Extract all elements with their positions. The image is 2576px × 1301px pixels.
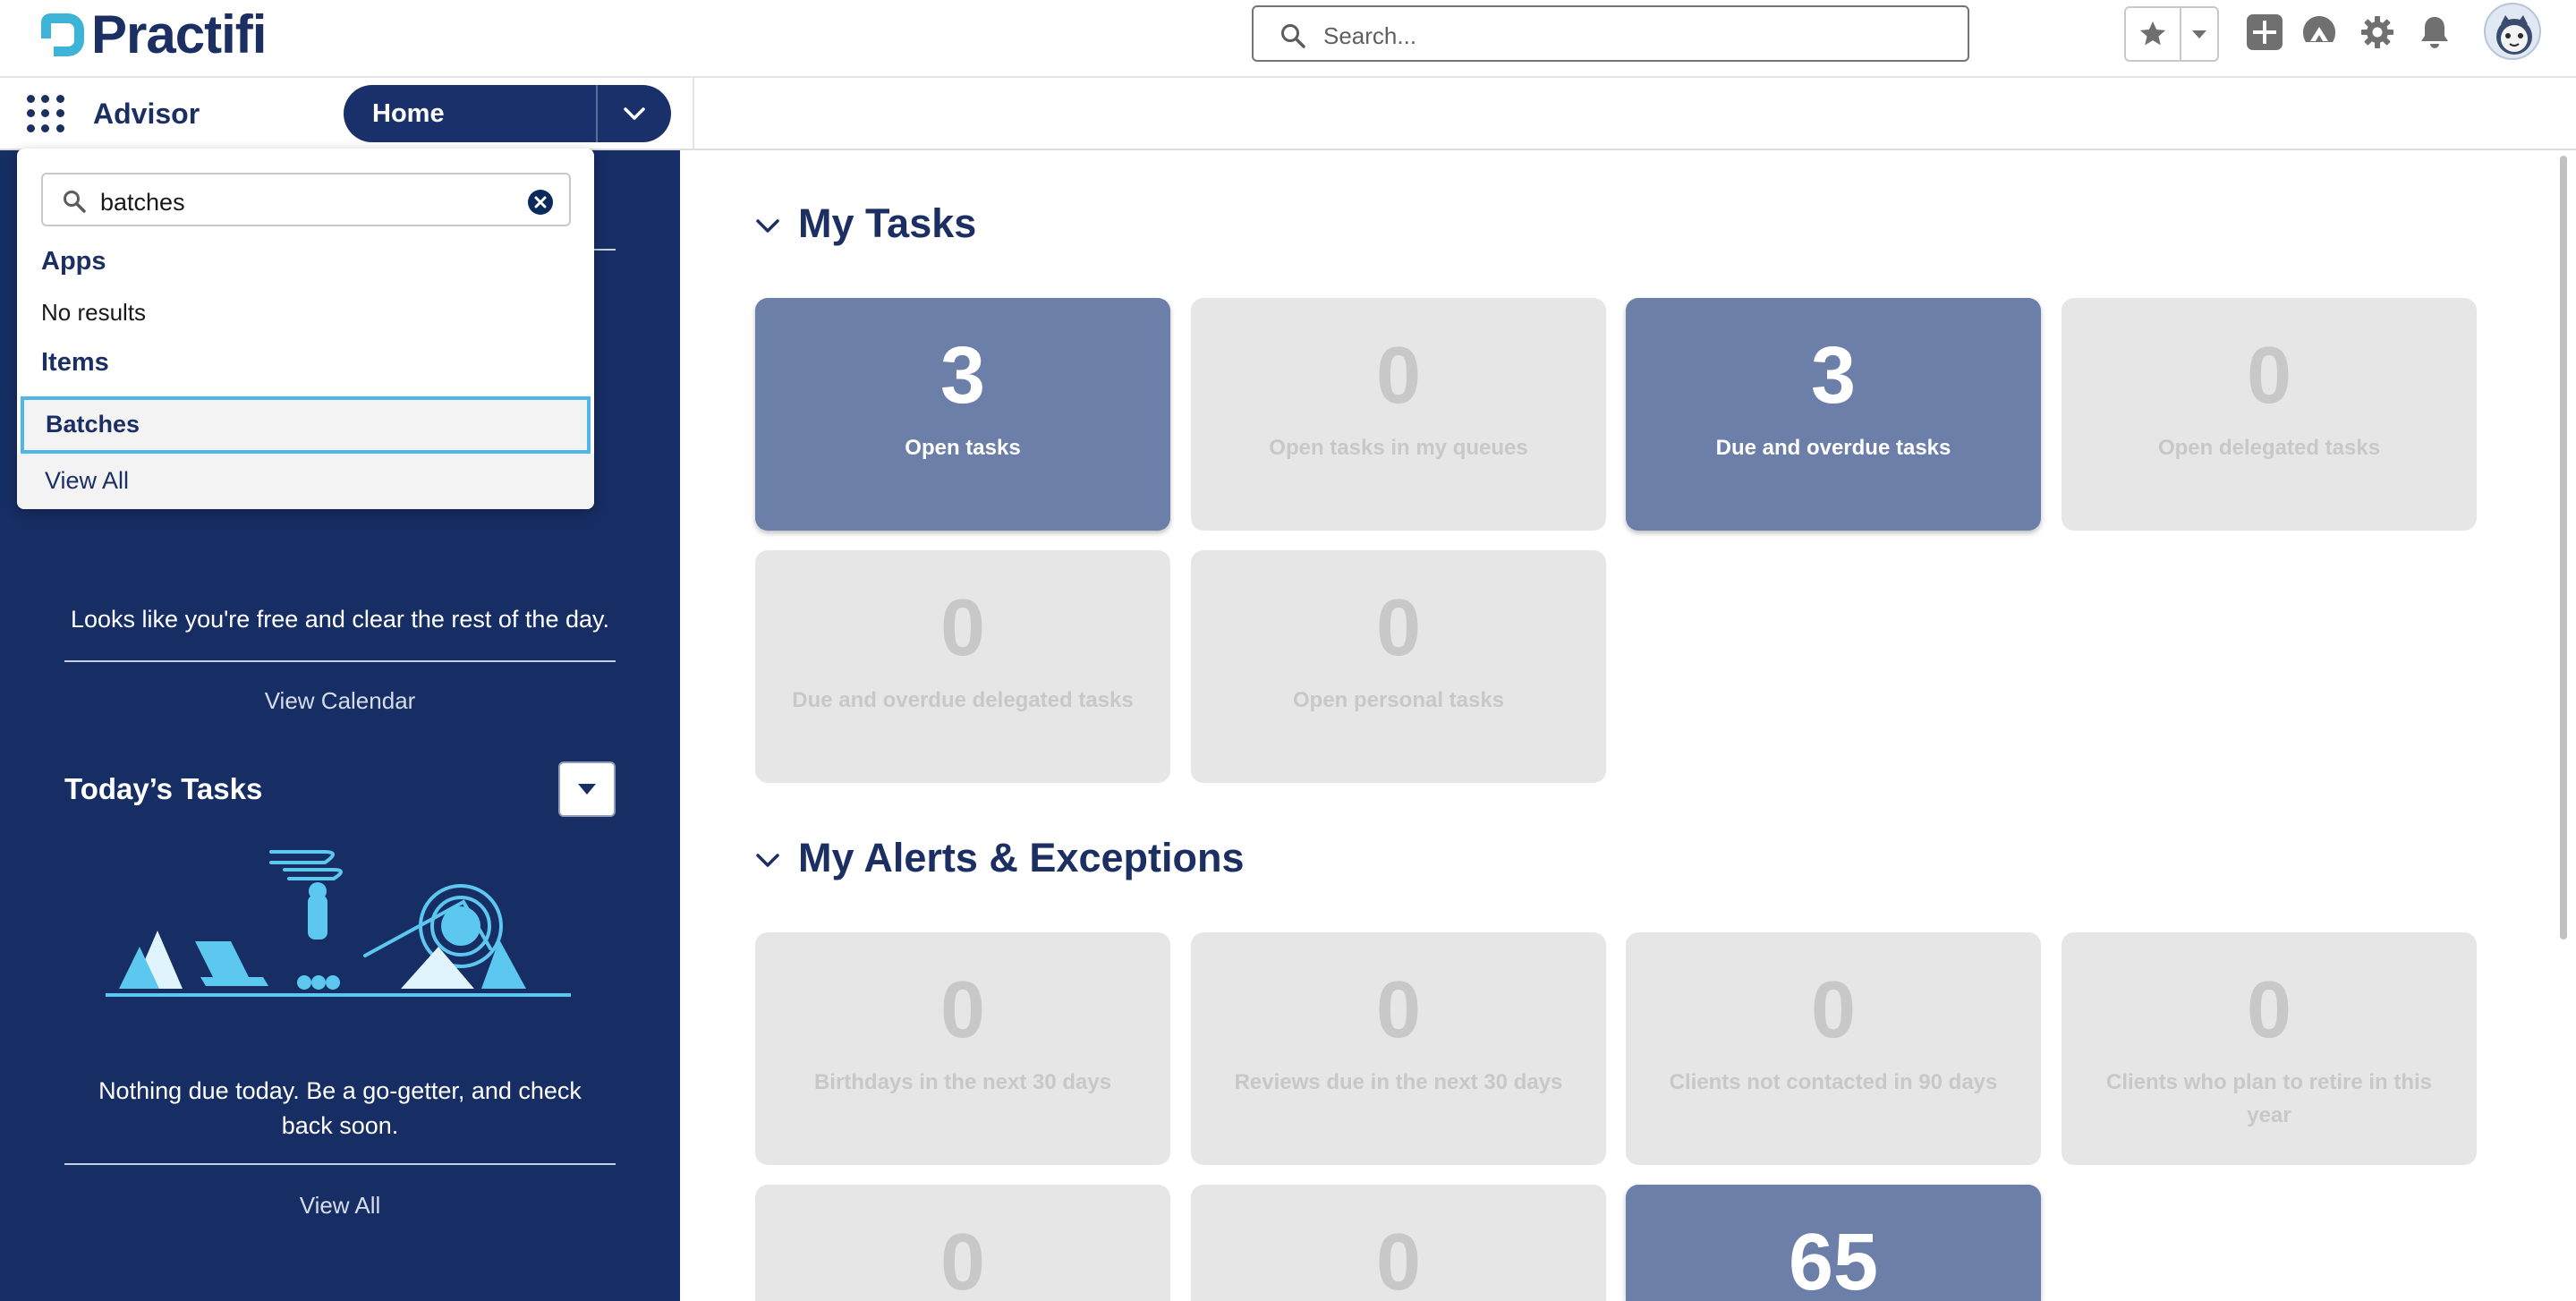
guidance-center-button[interactable]: [2300, 13, 2339, 52]
app-nav-bar: Advisor Home: [0, 78, 2576, 150]
alerts-title: My Alerts & Exceptions: [798, 835, 1245, 880]
search-placeholder: Search...: [1323, 22, 1417, 49]
tile-value: 0: [939, 583, 986, 673]
tile-label: Clients not contacted in 90 days: [1669, 1070, 1998, 1094]
search-icon: [64, 191, 86, 213]
items-heading: Items: [41, 348, 109, 377]
tile-label: Clients who plan to retire in this year: [2105, 1070, 2433, 1127]
chevron-down-icon: [2192, 30, 2206, 38]
menu-item-label: Batches: [46, 411, 140, 438]
global-header: Practifi Search...: [0, 0, 2576, 78]
tile-reviews-due[interactable]: 0 Reviews due in the next 30 days: [1191, 932, 1606, 1165]
tile-value: 0: [2246, 331, 2292, 421]
tile-value: 0: [1375, 965, 1422, 1055]
tile-open-delegated-tasks[interactable]: 0 Open delegated tasks: [2062, 298, 2477, 531]
view-all-tasks-link[interactable]: View All: [64, 1192, 616, 1220]
tile-alert-5[interactable]: 0: [755, 1185, 1170, 1301]
app-search-input[interactable]: batches: [41, 173, 571, 226]
calendar-empty-message: Looks like you're free and clear the res…: [71, 606, 609, 633]
tile-value: 0: [1810, 965, 1857, 1055]
tile-value: 65: [1788, 1218, 1879, 1301]
trailhead-icon: [2303, 16, 2335, 42]
view-all-button[interactable]: View All: [17, 454, 594, 509]
collapse-my-tasks-icon[interactable]: [754, 212, 781, 239]
home-tab-label[interactable]: Home: [344, 85, 596, 142]
search-icon: [1281, 24, 1305, 48]
divider: [64, 1163, 616, 1165]
app-launcher-dropdown: batches Apps No results Items Batches Vi…: [17, 149, 594, 509]
clear-search-button[interactable]: [528, 190, 553, 215]
tile-label: Open delegated tasks: [2157, 436, 2381, 460]
tile-value: 0: [939, 1218, 986, 1301]
add-icon: [2247, 14, 2283, 50]
tile-label: Due and overdue delegated tasks: [792, 688, 1134, 712]
close-icon: [534, 196, 547, 208]
notifications-button[interactable]: [2415, 13, 2454, 52]
star-icon: [2139, 21, 2166, 46]
tile-label: Due and overdue tasks: [1715, 436, 1951, 460]
app-launcher-icon[interactable]: [27, 95, 64, 132]
apps-no-results: No results: [41, 299, 147, 326]
page-scrollbar[interactable]: [2560, 156, 2567, 940]
collapse-alerts-icon[interactable]: [754, 846, 781, 873]
tile-value: 3: [1810, 331, 1857, 421]
favorites-group: [2124, 6, 2219, 62]
tile-label: Birthdays in the next 30 days: [813, 1070, 1112, 1094]
favorites-dropdown-button[interactable]: [2181, 8, 2217, 60]
view-calendar-link[interactable]: View Calendar: [64, 687, 616, 715]
app-name: Advisor: [93, 98, 200, 130]
logo-text: Practifi: [91, 4, 267, 64]
home-tab-dropdown-button[interactable]: [596, 85, 671, 142]
tile-alert-6[interactable]: 0: [1191, 1185, 1606, 1301]
tile-open-tasks-in-queues[interactable]: 0 Open tasks in my queues: [1191, 298, 1606, 531]
todays-tasks-title: Today’s Tasks: [64, 772, 263, 805]
apps-heading: Apps: [41, 247, 106, 276]
caret-down-icon: [578, 784, 596, 795]
tile-due-overdue-tasks[interactable]: 3 Due and overdue tasks: [1626, 298, 2041, 531]
tile-value: 0: [2246, 965, 2292, 1055]
home-tab[interactable]: Home: [344, 85, 671, 142]
divider: [64, 660, 616, 662]
global-search-input[interactable]: Search...: [1252, 5, 1969, 62]
tile-label: Open tasks: [905, 436, 1021, 460]
tile-label: Open personal tasks: [1292, 688, 1505, 712]
menu-item-batches[interactable]: Batches: [21, 396, 591, 454]
favorite-star-button[interactable]: [2126, 8, 2181, 60]
tasks-illustration: [106, 850, 571, 997]
tile-birthdays[interactable]: 0 Birthdays in the next 30 days: [755, 932, 1170, 1165]
tile-label: Reviews due in the next 30 days: [1234, 1070, 1563, 1094]
setup-button[interactable]: [2358, 13, 2397, 52]
logo-mark-icon: [41, 13, 84, 56]
tile-due-overdue-delegated[interactable]: 0 Due and overdue delegated tasks: [755, 550, 1170, 783]
tasks-empty-message: Nothing due today. Be a go-getter, and c…: [98, 1077, 582, 1139]
tile-value: 0: [1375, 1218, 1422, 1301]
tile-clients-retiring[interactable]: 0 Clients who plan to retire in this yea…: [2062, 932, 2477, 1165]
practifi-logo[interactable]: Practifi: [41, 4, 267, 64]
bell-icon: [2421, 17, 2448, 48]
gear-icon: [2361, 16, 2393, 48]
chevron-down-icon: [624, 107, 645, 120]
main-content: My Tasks 3 Open tasks 0 Open tasks in my…: [680, 150, 2576, 1301]
nav-divider: [693, 78, 694, 150]
tile-open-tasks[interactable]: 3 Open tasks: [755, 298, 1170, 531]
app-search-value: batches: [100, 189, 185, 216]
tile-value: 0: [1375, 331, 1422, 421]
tile-alert-7[interactable]: 65: [1626, 1185, 2041, 1301]
tile-label: Open tasks in my queues: [1269, 436, 1528, 460]
user-avatar[interactable]: [2484, 3, 2541, 60]
my-tasks-title: My Tasks: [798, 200, 977, 246]
tile-value: 0: [939, 965, 986, 1055]
tile-open-personal-tasks[interactable]: 0 Open personal tasks: [1191, 550, 1606, 783]
todays-tasks-dropdown-button[interactable]: [558, 761, 616, 817]
tile-value: 3: [939, 331, 986, 421]
astro-avatar-icon: [2496, 15, 2532, 55]
tile-clients-not-contacted[interactable]: 0 Clients not contacted in 90 days: [1626, 932, 2041, 1165]
global-actions-button[interactable]: [2245, 13, 2284, 52]
tile-value: 0: [1375, 583, 1422, 673]
view-all-label: View All: [45, 467, 130, 494]
